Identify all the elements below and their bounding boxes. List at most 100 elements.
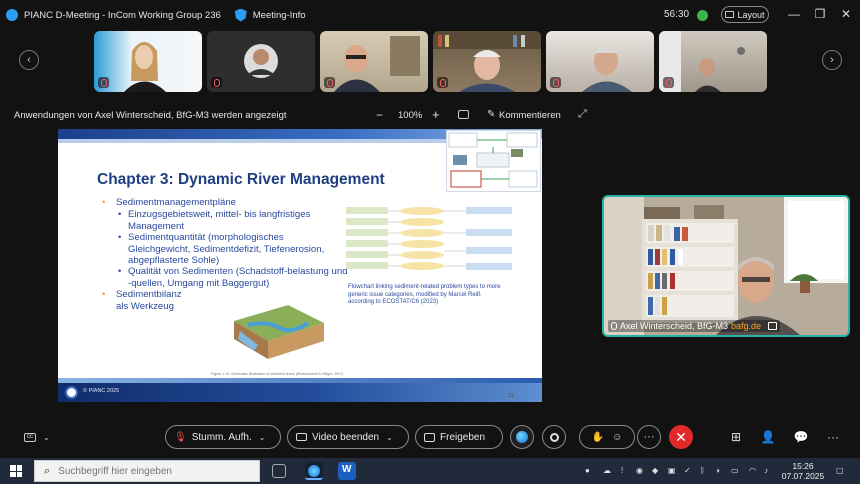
mic-muted-icon: [550, 77, 561, 88]
zoom-in-button[interactable]: +: [432, 107, 440, 122]
speaker-name: Axel Winterscheid, BfG-M3: [620, 321, 729, 331]
reactions-icon[interactable]: ☺: [612, 432, 622, 443]
annotate-button[interactable]: Kommentieren: [499, 110, 561, 121]
share-status-text: Anwendungen von Axel Winterscheid, BfG-M…: [14, 110, 287, 121]
next-participants-button[interactable]: ›: [822, 50, 842, 70]
alert-tray-icon[interactable]: !: [621, 466, 623, 475]
chevron-down-icon: ⌄: [386, 432, 393, 442]
shield-icon[interactable]: [234, 8, 247, 22]
wifi-tray-icon[interactable]: ◠: [749, 466, 756, 475]
flowchart-caption: Flowchart linking sediment-related probl…: [348, 284, 501, 305]
pin-icon[interactable]: [768, 322, 778, 330]
share-screen-icon: [424, 432, 435, 442]
chat-icon[interactable]: 💬: [793, 430, 809, 444]
end-call-button[interactable]: ✕: [669, 425, 693, 449]
restore-button[interactable]: ❐: [813, 7, 827, 21]
search-icon: ⌕: [44, 464, 51, 477]
river-terrain-illustration: [234, 305, 324, 359]
participant-tile-1[interactable]: [94, 31, 202, 92]
stop-video-button[interactable]: Video beenden ⌄: [287, 425, 409, 449]
task-view-icon[interactable]: [272, 464, 286, 478]
participant-tile-5[interactable]: [546, 31, 654, 92]
caption-button[interactable]: cc ⌄: [20, 425, 56, 449]
taskbar-search[interactable]: ⌕: [34, 460, 260, 482]
record-button[interactable]: [542, 425, 566, 449]
unmute-label: Stumm. Aufh.: [191, 431, 252, 443]
participant-video-6: [659, 31, 745, 92]
title-bar: PIANC D-Meeting - InCom Working Group 23…: [0, 0, 860, 30]
layout-label: Layout: [737, 9, 765, 20]
participant-tile-4[interactable]: [433, 31, 541, 92]
system-clock[interactable]: 15:26 07.07.2025: [781, 461, 825, 481]
speaker-video-feed: [604, 197, 848, 335]
word-icon: W: [342, 464, 352, 475]
close-window-button[interactable]: ✕: [839, 7, 853, 21]
battery-tray-icon[interactable]: ▭: [731, 466, 739, 475]
teams-tray-icon[interactable]: ●: [585, 466, 590, 475]
meeting-timer: 56:30: [664, 9, 690, 20]
app-tray-icon[interactable]: ◑: [715, 466, 720, 475]
windows-taskbar: ⌕ W ● ☁ ! ◉ ◆ ▣ ✓ ᛒ ◑ ▭ ◠ ♪ 15:26 07.07.…: [0, 458, 860, 484]
more-options-button[interactable]: ···: [637, 425, 661, 449]
speaker-domain: bafg.de: [731, 321, 762, 331]
participant-video-3: [334, 36, 420, 92]
zoom-out-button[interactable]: −: [376, 108, 383, 122]
inset-diagram-graphic: [448, 132, 538, 188]
share-toolbar: Anwendungen von Axel Winterscheid, BfG-M…: [0, 106, 860, 126]
layout-icon: [725, 11, 735, 18]
status-tray-icon[interactable]: ✓: [684, 466, 691, 475]
participant-video-4: [433, 31, 541, 92]
prev-participants-button[interactable]: ‹: [19, 50, 39, 70]
participant-video-5: [582, 47, 632, 92]
share-label: Freigeben: [440, 431, 486, 443]
windows-start-button[interactable]: [10, 465, 22, 477]
apps-icon[interactable]: ⊞: [728, 430, 744, 444]
slide-inset-diagram: [446, 130, 541, 192]
zoom-level[interactable]: 100%: [398, 110, 422, 121]
webex-icon: [308, 465, 320, 477]
bluetooth-tray-icon[interactable]: ᛒ: [700, 466, 705, 475]
participant-tile-6[interactable]: [659, 31, 767, 92]
clock-time: 15:26: [792, 461, 814, 471]
meeting-info-link[interactable]: Meeting-Info: [253, 10, 306, 21]
user-tray-icon[interactable]: ◉: [636, 466, 643, 475]
notifications-icon[interactable]: ▢: [836, 466, 844, 475]
shared-slide: Chapter 3: Dynamic River Management Sedi…: [58, 129, 542, 402]
share-button[interactable]: Freigeben: [415, 425, 503, 449]
chevron-down-icon: ⌄: [258, 432, 266, 442]
mic-muted-icon: [324, 77, 335, 88]
participants-icon[interactable]: 👤: [760, 430, 776, 444]
pianc-logo: [65, 386, 78, 399]
active-speaker-video[interactable]: Axel Winterscheid, BfG-M3 bafg.de: [602, 195, 850, 337]
mic-muted-icon: 🎙: [174, 431, 187, 443]
layout-button[interactable]: Layout: [721, 6, 769, 23]
shield-tray-icon[interactable]: ◆: [652, 466, 658, 475]
participant-tile-3[interactable]: [320, 31, 428, 92]
ai-assistant-button[interactable]: [510, 425, 534, 449]
record-icon: [549, 432, 559, 442]
security-tray-icon[interactable]: ▣: [668, 466, 676, 475]
mic-muted-icon: [211, 77, 222, 88]
connection-status-icon[interactable]: [697, 10, 708, 21]
ai-assistant-icon: [516, 431, 528, 443]
bullet-item: Sedimentquantität (morphologisches Gleic…: [98, 232, 348, 266]
meeting-controls: cc ⌄ 🎙 Stumm. Aufh. ⌄ Video beenden ⌄ Fr…: [0, 420, 860, 454]
expand-icon[interactable]: ⤢: [578, 108, 587, 121]
slide-header-stripe: [58, 139, 448, 143]
participant-tile-2[interactable]: [207, 31, 315, 92]
bullet-item: Einzugsgebietsweit, mittel- bis langfris…: [98, 209, 348, 232]
minimize-button[interactable]: —: [787, 7, 801, 21]
webex-taskbar-icon[interactable]: [305, 462, 323, 480]
sediment-flowchart: [346, 207, 512, 270]
bullet-item: Sedimentbilanz als Werkzeug: [98, 289, 186, 312]
mic-muted-icon: [663, 77, 674, 88]
volume-tray-icon[interactable]: ♪: [764, 466, 768, 475]
taskbar-search-input[interactable]: [58, 465, 239, 477]
webex-app-icon: [6, 9, 18, 21]
raise-hand-icon[interactable]: ✋: [592, 432, 604, 443]
cloud-tray-icon[interactable]: ☁: [603, 466, 611, 475]
screen-share-icon[interactable]: [458, 110, 469, 119]
word-taskbar-icon[interactable]: W: [338, 462, 356, 480]
unmute-button[interactable]: 🎙 Stumm. Aufh. ⌄: [165, 425, 281, 449]
more-panels-icon[interactable]: ···: [825, 430, 841, 444]
